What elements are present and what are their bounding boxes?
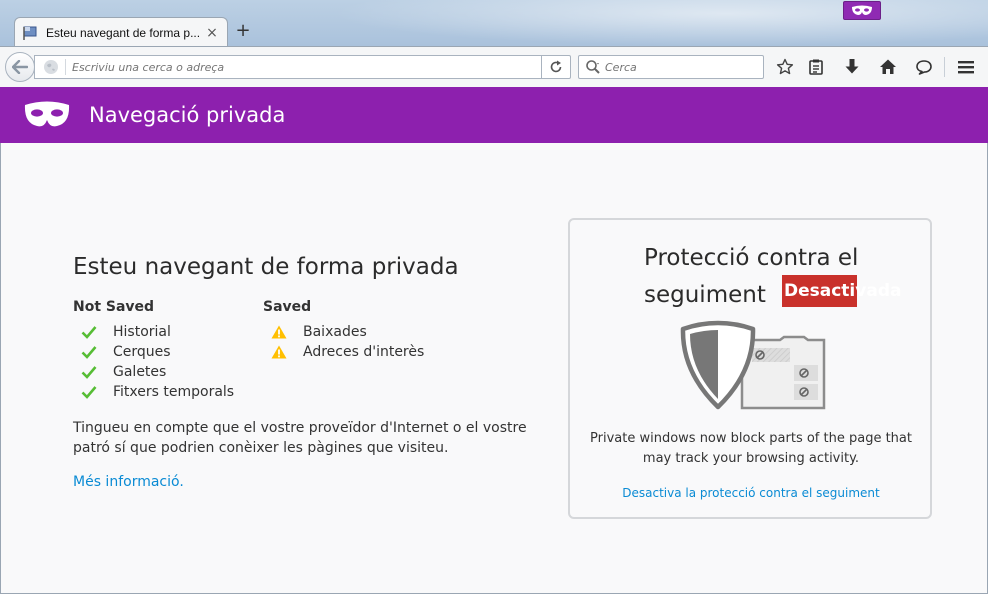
learn-more-link[interactable]: Més informació. xyxy=(73,474,184,490)
list-item: Adreces d'interès xyxy=(263,342,424,362)
url-input[interactable] xyxy=(72,60,549,74)
checkmark-icon xyxy=(81,346,97,359)
tracking-protection-description: Private windows now block parts of the p… xyxy=(590,431,912,466)
tab-private-browsing[interactable]: Esteu navegant de forma p... × xyxy=(14,17,228,47)
reload-button[interactable] xyxy=(541,55,571,79)
page-content: Esteu navegant de forma privada Not Save… xyxy=(0,143,988,594)
site-identity-globe-icon[interactable] xyxy=(43,59,59,75)
search-bar[interactable] xyxy=(578,55,764,79)
url-bar[interactable]: ▽ xyxy=(34,55,570,79)
list-item: Fitxers temporals xyxy=(73,382,234,402)
private-browsing-favicon-icon xyxy=(23,26,37,40)
reload-icon xyxy=(550,60,562,73)
warning-icon xyxy=(271,345,287,359)
not-saved-list: Historial Cerques Galetes Fitxers tempor… xyxy=(73,322,234,402)
private-mask-icon xyxy=(24,101,70,127)
private-browsing-header: Navegació privada xyxy=(0,87,988,143)
list-item: Baixades xyxy=(263,322,424,342)
private-browsing-indicator-icon xyxy=(843,1,881,20)
tab-title: Esteu navegant de forma p... xyxy=(46,25,201,40)
checkmark-icon xyxy=(81,326,97,339)
search-input[interactable] xyxy=(605,60,763,74)
disable-tracking-protection-link[interactable]: Desactiva la protecció contra el seguime… xyxy=(580,486,922,500)
navigation-toolbar: ▽ xyxy=(0,46,988,87)
tracking-shield-illustration xyxy=(680,320,826,410)
reading-list-icon[interactable] xyxy=(805,56,827,78)
title-bar: Esteu navegant de forma p... × + xyxy=(0,0,988,47)
warning-icon xyxy=(271,325,287,339)
page-title: Navegació privada xyxy=(89,103,286,127)
tracking-protection-status-badge: Desactivada xyxy=(782,275,901,307)
back-button[interactable] xyxy=(5,52,35,82)
list-item: Historial xyxy=(73,322,234,342)
checkmark-icon xyxy=(81,366,97,379)
private-browsing-heading: Esteu navegant de forma privada xyxy=(73,254,459,280)
tracking-protection-panel: Protecció contra el seguiment Desactivad… xyxy=(568,218,932,519)
tab-close-icon[interactable]: × xyxy=(205,25,219,41)
saved-heading: Saved xyxy=(263,299,312,315)
browser-window: Esteu navegant de forma p... × + ▽ xyxy=(0,0,988,594)
bookmark-star-icon[interactable] xyxy=(774,56,796,78)
menu-icon[interactable] xyxy=(955,56,977,78)
home-icon[interactable] xyxy=(877,56,899,78)
chat-icon[interactable] xyxy=(913,56,935,78)
back-arrow-icon xyxy=(12,60,28,74)
checkmark-icon xyxy=(81,386,97,399)
saved-list: Baixades Adreces d'interès xyxy=(263,322,424,362)
list-item: Cerques xyxy=(73,342,234,362)
downloads-icon[interactable] xyxy=(841,56,863,78)
privacy-note: Tingueu en compte que el vostre proveïdo… xyxy=(73,420,527,456)
new-tab-button[interactable]: + xyxy=(233,21,253,41)
search-icon xyxy=(586,60,600,74)
not-saved-heading: Not Saved xyxy=(73,299,155,315)
list-item: Galetes xyxy=(73,362,234,382)
